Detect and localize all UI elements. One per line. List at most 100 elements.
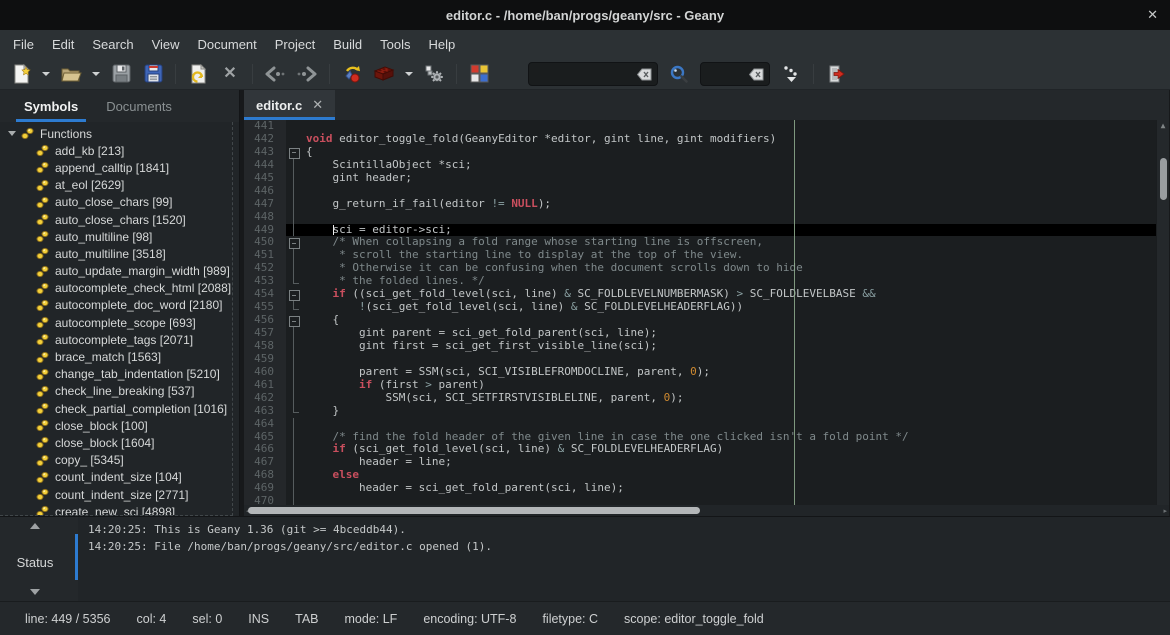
code-line[interactable]: 470 [244,495,1169,505]
code-text[interactable]: g_return_if_fail(editor != NULL); [302,198,1169,211]
symbol-item[interactable]: autocomplete_doc_word [2180] [0,297,232,314]
navigate-back-button[interactable] [260,61,290,87]
code-line[interactable]: 455 !(sci_get_fold_level(sci, line) & SC… [244,301,1169,314]
symbol-item[interactable]: auto_close_chars [1520] [0,211,232,228]
line-number[interactable]: 445 [244,172,286,185]
symbol-item[interactable]: count_indent_size [2771] [0,486,232,503]
line-number[interactable]: 447 [244,198,286,211]
search-entry[interactable] [528,62,658,86]
line-number[interactable]: 441 [244,120,286,133]
symbol-item[interactable]: change_tab_indentation [5210] [0,366,232,383]
clear-goto-icon[interactable] [749,68,764,81]
find-button[interactable] [664,61,694,87]
symbol-item[interactable]: autocomplete_tags [2071] [0,331,232,348]
navigate-forward-button[interactable] [292,61,322,87]
code-text[interactable]: header = sci_get_fold_parent(sci, line); [302,482,1169,495]
save-all-button[interactable] [138,61,168,87]
symbol-item[interactable]: auto_multiline [3518] [0,245,232,262]
symbol-item[interactable]: check_partial_completion [1016] [0,400,232,417]
close-document-button[interactable]: ✕ [215,61,245,87]
status-message-row[interactable]: 14:20:25: This is Geany 1.36 (git >= 4bc… [88,521,1170,538]
line-number[interactable]: 459 [244,353,286,366]
tab-editor-c[interactable]: editor.c ✕ [244,90,335,120]
code-text[interactable]: SSM(sci, SCI_SETFIRSTVISIBLELINE, parent… [302,392,1169,405]
menu-search[interactable]: Search [83,32,142,57]
vscroll-thumb[interactable] [1160,158,1167,200]
open-file-dropdown[interactable] [88,61,104,87]
tab-status[interactable]: Status [0,555,70,570]
color-chooser-button[interactable] [464,61,494,87]
code-text[interactable]: void editor_toggle_fold(GeanyEditor *edi… [302,133,1169,146]
tab-close-icon[interactable]: ✕ [312,97,323,113]
sidebar-tab-documents[interactable]: Documents [94,90,184,122]
line-number[interactable]: 458 [244,340,286,353]
line-number[interactable]: 442 [244,133,286,146]
clear-search-icon[interactable] [637,68,652,81]
hscroll-thumb[interactable] [248,507,700,514]
symbol-item[interactable]: auto_update_margin_width [989] [0,263,232,280]
scroll-right-icon[interactable]: ▸ [1163,507,1167,515]
line-number[interactable]: 446 [244,185,286,198]
code-text[interactable]: } [302,405,1169,418]
jump-to-line-button[interactable] [776,61,806,87]
sidebar-tab-symbols[interactable]: Symbols [12,90,90,122]
menu-project[interactable]: Project [266,32,324,57]
quit-button[interactable] [821,61,851,87]
menu-file[interactable]: File [4,32,43,57]
compile-button[interactable] [337,61,367,87]
symbol-item[interactable]: count_indent_size [104] [0,469,232,486]
symbol-item[interactable]: check_line_breaking [537] [0,383,232,400]
symbol-item[interactable]: at_eol [2629] [0,177,232,194]
window-close-icon[interactable]: ✕ [1147,7,1158,23]
symbol-item[interactable]: copy_ [5345] [0,452,232,469]
new-file-button[interactable] [6,61,36,87]
code-line[interactable]: 462 SSM(sci, SCI_SETFIRSTVISIBLELINE, pa… [244,392,1169,405]
code-line[interactable]: 445 gint header; [244,172,1169,185]
symbol-item[interactable]: autocomplete_scope [693] [0,314,232,331]
code-text[interactable]: header = line; [302,456,1169,469]
tab-scroll-up-icon[interactable] [30,523,40,529]
horizontal-scrollbar[interactable]: ◂ ▸ [244,505,1169,516]
code-line[interactable]: 463 } [244,405,1169,418]
code-line[interactable]: 467 header = line; [244,456,1169,469]
code-line[interactable]: 469 header = sci_get_fold_parent(sci, li… [244,482,1169,495]
fold-marker-icon[interactable] [286,288,302,301]
code-editor[interactable]: 441442 void editor_toggle_fold(GeanyEdito… [244,120,1169,505]
menu-tools[interactable]: Tools [371,32,419,57]
menu-edit[interactable]: Edit [43,32,83,57]
code-line[interactable]: 458 gint first = sci_get_first_visible_l… [244,340,1169,353]
symbol-item[interactable]: auto_close_chars [99] [0,194,232,211]
line-number[interactable]: 464 [244,418,286,431]
code-text[interactable]: gint first = sci_get_first_visible_line(… [302,340,1169,353]
code-text[interactable]: gint header; [302,172,1169,185]
code-text[interactable]: ScintillaObject *sci; [302,159,1169,172]
tab-scroll-down-icon[interactable] [30,589,40,595]
symbol-item[interactable]: create_new_sci [4898] [0,503,232,516]
revert-button[interactable] [183,61,213,87]
save-button[interactable] [106,61,136,87]
fold-marker-icon[interactable] [286,314,302,327]
build-button[interactable] [369,61,399,87]
menu-help[interactable]: Help [420,32,465,57]
run-button[interactable] [419,61,449,87]
symbol-item[interactable]: autocomplete_check_html [2088] [0,280,232,297]
menu-document[interactable]: Document [189,32,266,57]
code-line[interactable]: 447 g_return_if_fail(editor != NULL); [244,198,1169,211]
symbol-item[interactable]: auto_multiline [98] [0,228,232,245]
code-text[interactable] [302,495,1169,505]
build-dropdown[interactable] [401,61,417,87]
code-line[interactable]: 442 void editor_toggle_fold(GeanyEditor *… [244,133,1169,146]
symbol-item[interactable]: close_block [100] [0,417,232,434]
line-number[interactable]: 462 [244,392,286,405]
status-message-row[interactable]: 14:20:25: File /home/ban/progs/geany/src… [88,538,1170,555]
symbol-item[interactable]: brace_match [1563] [0,348,232,365]
symbol-item[interactable]: append_calltip [1841] [0,159,232,176]
goto-line-entry[interactable] [700,62,770,86]
scroll-up-icon[interactable]: ▲ [1157,120,1169,132]
line-number[interactable]: 457 [244,327,286,340]
line-number[interactable]: 470 [244,495,286,505]
line-number[interactable]: 443 [244,146,286,159]
line-number[interactable]: 463 [244,405,286,418]
fold-marker-icon[interactable] [286,146,302,159]
line-number[interactable]: 444 [244,159,286,172]
